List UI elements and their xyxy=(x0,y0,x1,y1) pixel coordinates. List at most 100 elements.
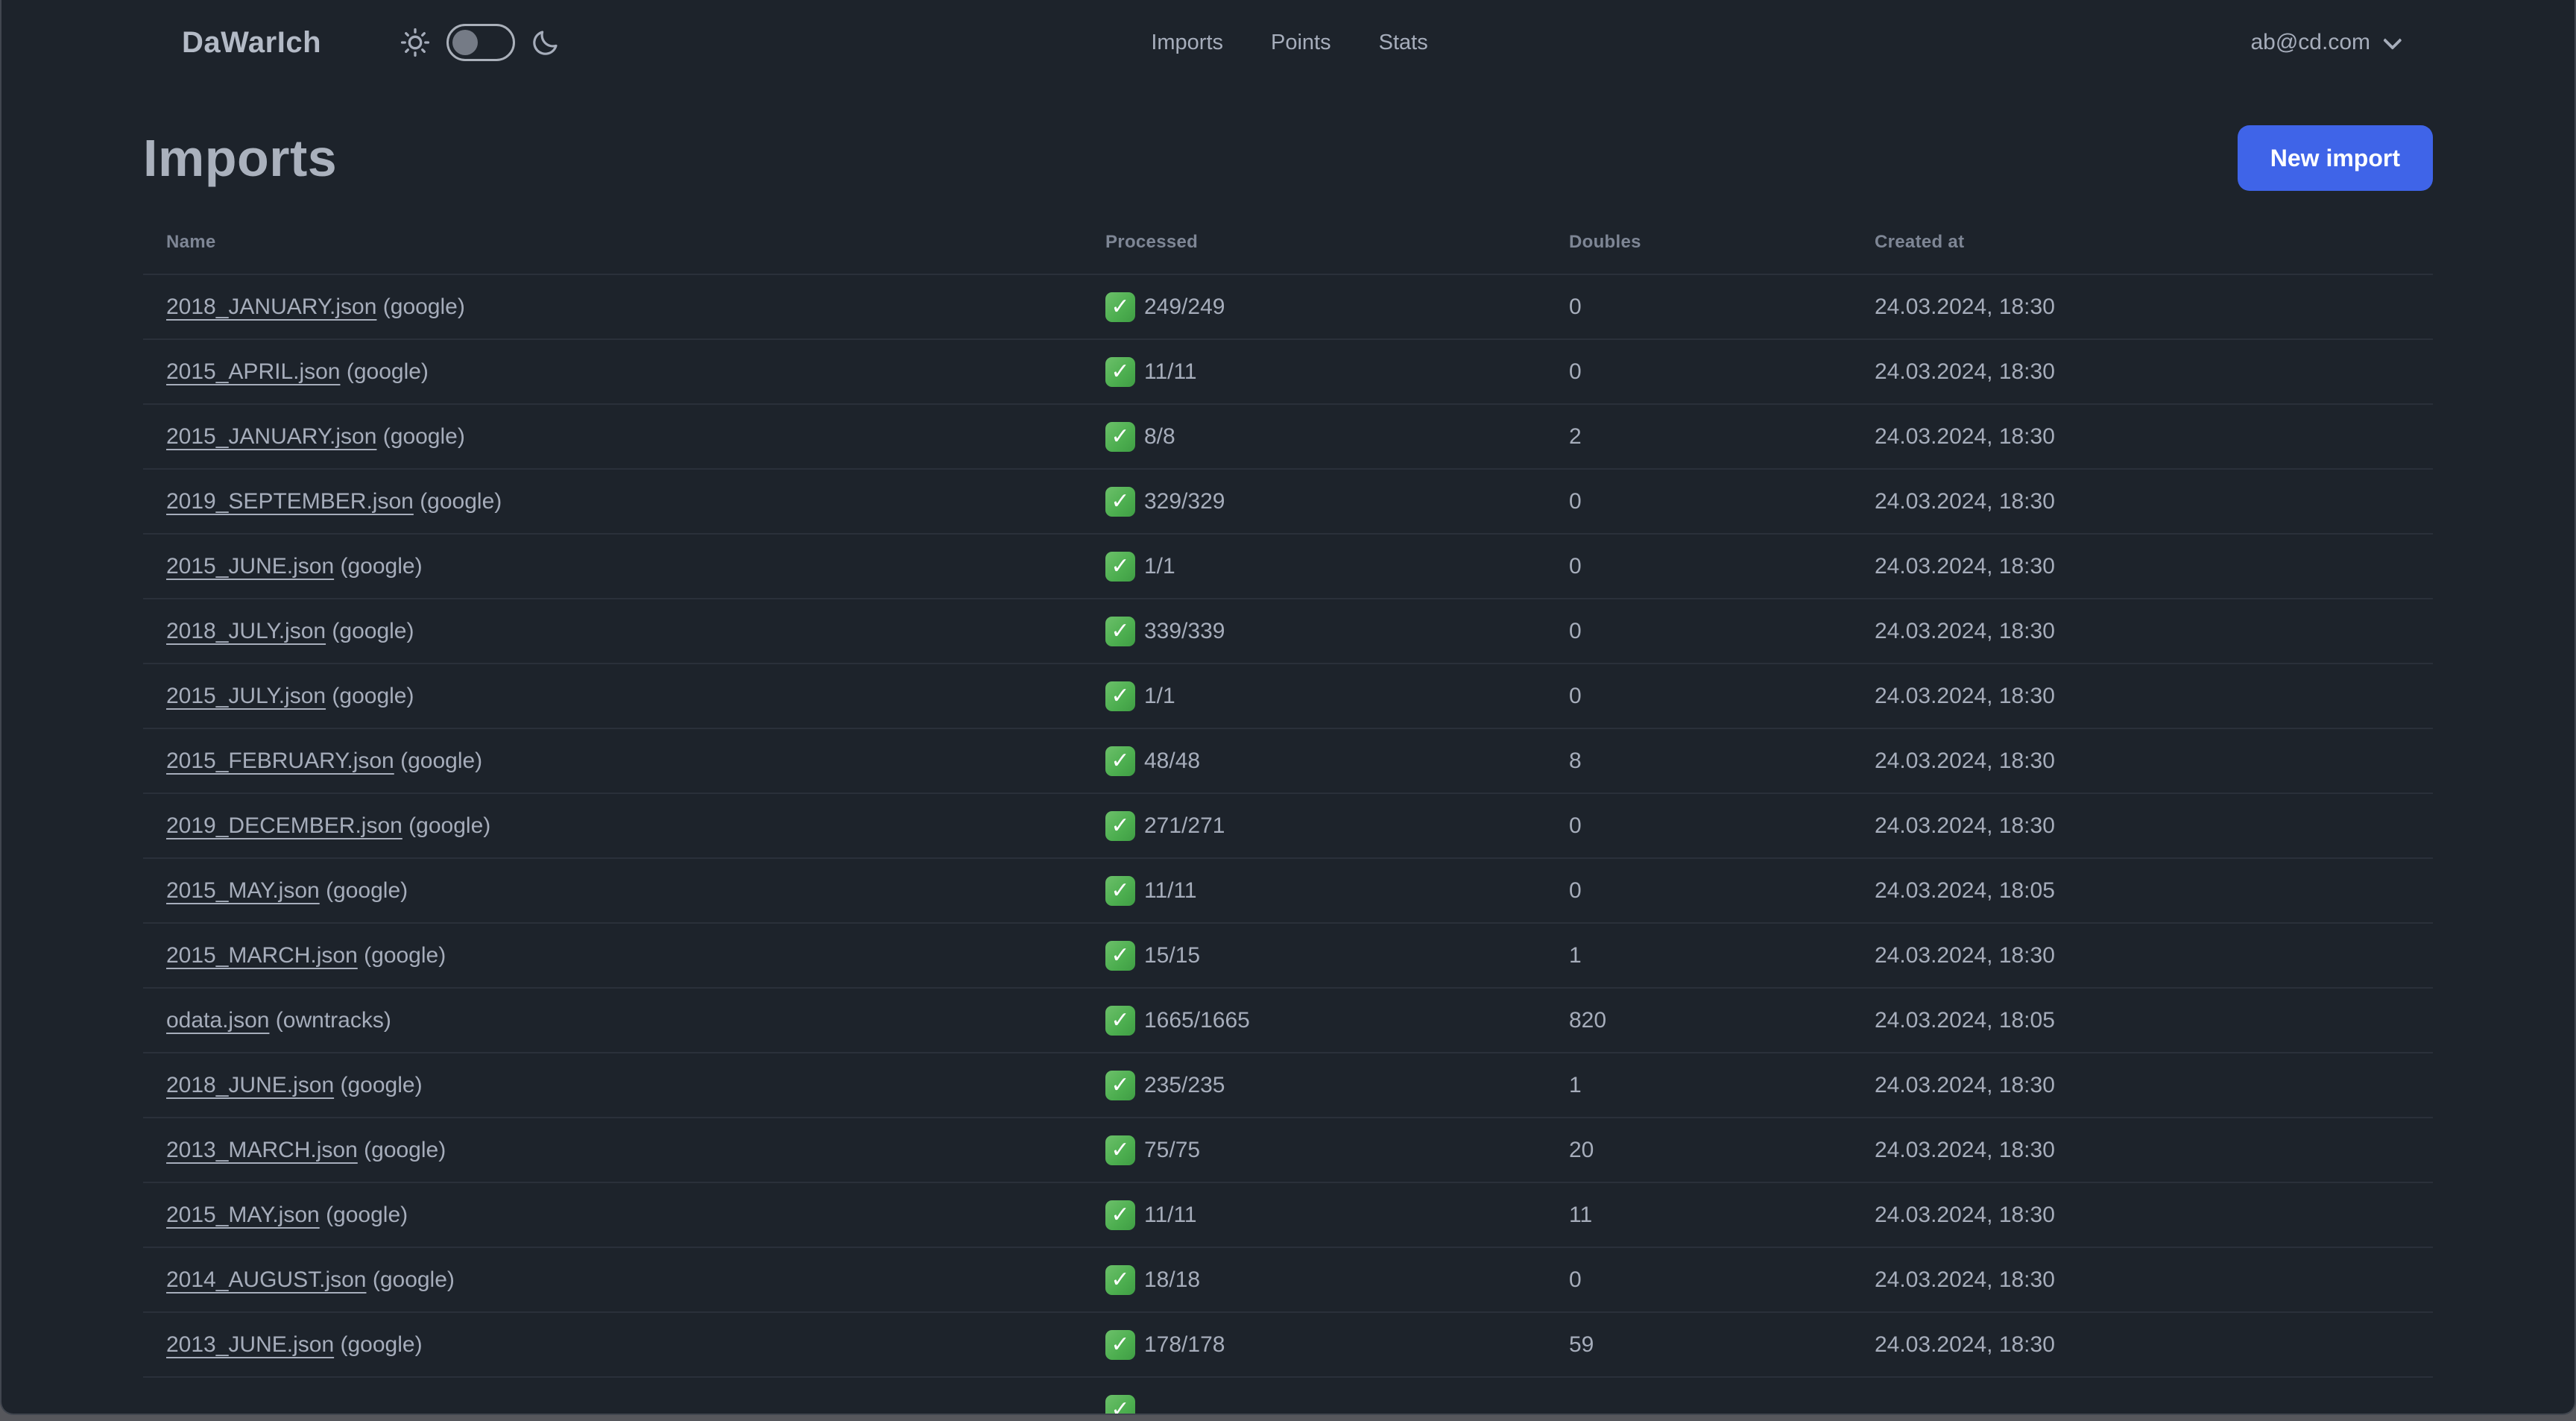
new-import-button[interactable]: New import xyxy=(2237,125,2433,191)
table-row: 2015_MAY.json (google) ✓ 11/11 0 24.03.2… xyxy=(143,857,2433,923)
processed-count: 11/11 xyxy=(1144,1202,1197,1227)
processed-count: 249/249 xyxy=(1144,294,1225,319)
table-row: 2015_JULY.json (google) ✓ 1/1 0 24.03.20… xyxy=(143,663,2433,728)
cell-created-at: 24.03.2024, 18:30 xyxy=(1852,274,2433,339)
navbar-right: ab@cd.com xyxy=(1428,30,2402,55)
navbar-left: DaWarIch xyxy=(182,24,1151,61)
success-check-icon: ✓ xyxy=(1105,616,1135,646)
page-title: Imports xyxy=(143,129,338,187)
chevron-down-icon xyxy=(2383,31,2402,50)
cell-processed: ✓ 11/11 xyxy=(1082,1182,1546,1247)
import-file-link[interactable]: 2018_JULY.json xyxy=(166,619,326,643)
success-check-icon: ✓ xyxy=(1105,1264,1135,1295)
import-file-link[interactable]: 2015_MAY.json xyxy=(166,878,320,903)
processed-count: 1/1 xyxy=(1144,683,1175,708)
table-row: 2015_JANUARY.json (google) ✓ 8/8 2 24.03… xyxy=(143,403,2433,469)
table-row: 2018_JULY.json (google) ✓ 339/339 0 24.0… xyxy=(143,598,2433,664)
created-at-value: 24.03.2024, 18:30 xyxy=(1875,294,2055,319)
import-file-link[interactable]: 2015_APRIL.json xyxy=(166,359,341,384)
import-file-link[interactable]: 2013_JUNE.json xyxy=(166,1332,334,1357)
app-logo[interactable]: DaWarIch xyxy=(182,26,321,60)
theme-switch[interactable] xyxy=(446,24,516,61)
table-row: 2019_SEPTEMBER.json (google) ✓ 329/329 0… xyxy=(143,468,2433,534)
doubles-count: 1 xyxy=(1569,1072,1582,1097)
success-check-icon: ✓ xyxy=(1105,1005,1135,1036)
success-check-icon: ✓ xyxy=(1105,1395,1135,1414)
doubles-count: 8 xyxy=(1569,748,1582,773)
import-file-link[interactable]: 2019_DECEMBER.json xyxy=(166,813,402,838)
account-menu[interactable]: ab@cd.com xyxy=(2250,30,2402,55)
column-header-name: Name xyxy=(166,231,216,252)
created-at-value: 24.03.2024, 18:30 xyxy=(1875,1072,2055,1097)
main-nav: Imports Points Stats xyxy=(1151,31,1427,55)
import-file-link[interactable]: 2019_SEPTEMBER.json xyxy=(166,489,414,514)
success-check-icon: ✓ xyxy=(1105,356,1135,387)
processed-count: 271/271 xyxy=(1144,813,1225,838)
cell-doubles xyxy=(1546,1376,1852,1414)
cell-created-at: 24.03.2024, 18:30 xyxy=(1852,403,2433,469)
cell-created-at: 24.03.2024, 18:05 xyxy=(1852,987,2433,1053)
cell-created-at: 24.03.2024, 18:30 xyxy=(1852,1182,2433,1247)
cell-processed: ✓ 15/15 xyxy=(1082,922,1546,988)
import-source-label: (google) xyxy=(382,294,465,319)
theme-switch-knob xyxy=(452,30,479,55)
cell-name: 2015_MAY.json (google) xyxy=(143,1182,1082,1247)
import-file-link[interactable]: 2014_AUGUST.json xyxy=(166,1267,366,1292)
nav-item-stats[interactable]: Stats xyxy=(1379,31,1428,55)
doubles-count: 59 xyxy=(1569,1332,1594,1357)
cell-created-at: 24.03.2024, 18:30 xyxy=(1852,598,2433,664)
import-file-link[interactable]: 2015_JUNE.json xyxy=(166,554,334,579)
import-file-link[interactable]: 2015_FEBRUARY.json xyxy=(166,749,394,773)
cell-doubles: 0 xyxy=(1546,857,1852,923)
cell-created-at: 24.03.2024, 18:30 xyxy=(1852,663,2433,728)
doubles-count: 2 xyxy=(1569,423,1582,449)
created-at-value: 24.03.2024, 18:05 xyxy=(1875,878,2055,903)
import-source-label: (google) xyxy=(332,618,414,643)
nav-item-imports[interactable]: Imports xyxy=(1151,31,1223,55)
cell-created-at: 24.03.2024, 18:30 xyxy=(1852,922,2433,988)
cell-name: 2013_MARCH.json (google) xyxy=(143,1117,1082,1182)
import-file-link[interactable]: 2018_JANUARY.json xyxy=(166,294,376,319)
app-window: DaWarIch Imports Points Stats ab@cd.com … xyxy=(0,0,2576,1415)
cell-processed: ✓ 271/271 xyxy=(1082,793,1546,858)
created-at-value: 24.03.2024, 18:30 xyxy=(1875,813,2055,838)
cell-name xyxy=(143,1376,1082,1414)
cell-doubles: 0 xyxy=(1546,338,1852,404)
import-file-link[interactable]: odata.json xyxy=(166,1008,269,1033)
import-file-link[interactable]: 2015_MARCH.json xyxy=(166,943,358,968)
created-at-value: 24.03.2024, 18:30 xyxy=(1875,423,2055,449)
processed-count: 18/18 xyxy=(1144,1267,1201,1292)
processed-count: 178/178 xyxy=(1144,1332,1225,1357)
table-row-partial: ✓ xyxy=(143,1376,2433,1414)
cell-name: 2018_JUNE.json (google) xyxy=(143,1052,1082,1118)
table-row: 2015_FEBRUARY.json (google) ✓ 48/48 8 24… xyxy=(143,728,2433,793)
cell-processed: ✓ 8/8 xyxy=(1082,403,1546,469)
cell-name: 2015_JUNE.json (google) xyxy=(143,533,1082,599)
cell-created-at: 24.03.2024, 18:30 xyxy=(1852,338,2433,404)
sun-icon xyxy=(399,26,432,59)
table-row: 2013_JUNE.json (google) ✓ 178/178 59 24.… xyxy=(143,1311,2433,1377)
import-file-link[interactable]: 2015_MAY.json xyxy=(166,1203,320,1227)
import-file-link[interactable]: 2013_MARCH.json xyxy=(166,1138,358,1162)
cell-name: 2018_JANUARY.json (google) xyxy=(143,274,1082,339)
doubles-count: 20 xyxy=(1569,1137,1594,1162)
nav-item-points[interactable]: Points xyxy=(1271,31,1331,55)
import-source-label: (google) xyxy=(382,423,465,449)
cell-created-at: 24.03.2024, 18:30 xyxy=(1852,1311,2433,1377)
import-file-link[interactable]: 2015_JANUARY.json xyxy=(166,424,376,449)
success-check-icon: ✓ xyxy=(1105,1329,1135,1360)
success-check-icon: ✓ xyxy=(1105,486,1135,517)
doubles-count: 0 xyxy=(1569,618,1582,643)
cell-created-at: 24.03.2024, 18:30 xyxy=(1852,533,2433,599)
import-source-label: (google) xyxy=(364,942,446,968)
cell-doubles: 59 xyxy=(1546,1311,1852,1377)
doubles-count: 0 xyxy=(1569,683,1582,708)
processed-count: 8/8 xyxy=(1144,423,1175,449)
import-file-link[interactable]: 2015_JULY.json xyxy=(166,684,326,708)
import-source-label: (google) xyxy=(340,1332,423,1357)
cell-doubles: 0 xyxy=(1546,274,1852,339)
import-file-link[interactable]: 2018_JUNE.json xyxy=(166,1073,334,1097)
success-check-icon: ✓ xyxy=(1105,1070,1135,1100)
cell-processed: ✓ 11/11 xyxy=(1082,857,1546,923)
import-source-label: (google) xyxy=(364,1137,446,1162)
